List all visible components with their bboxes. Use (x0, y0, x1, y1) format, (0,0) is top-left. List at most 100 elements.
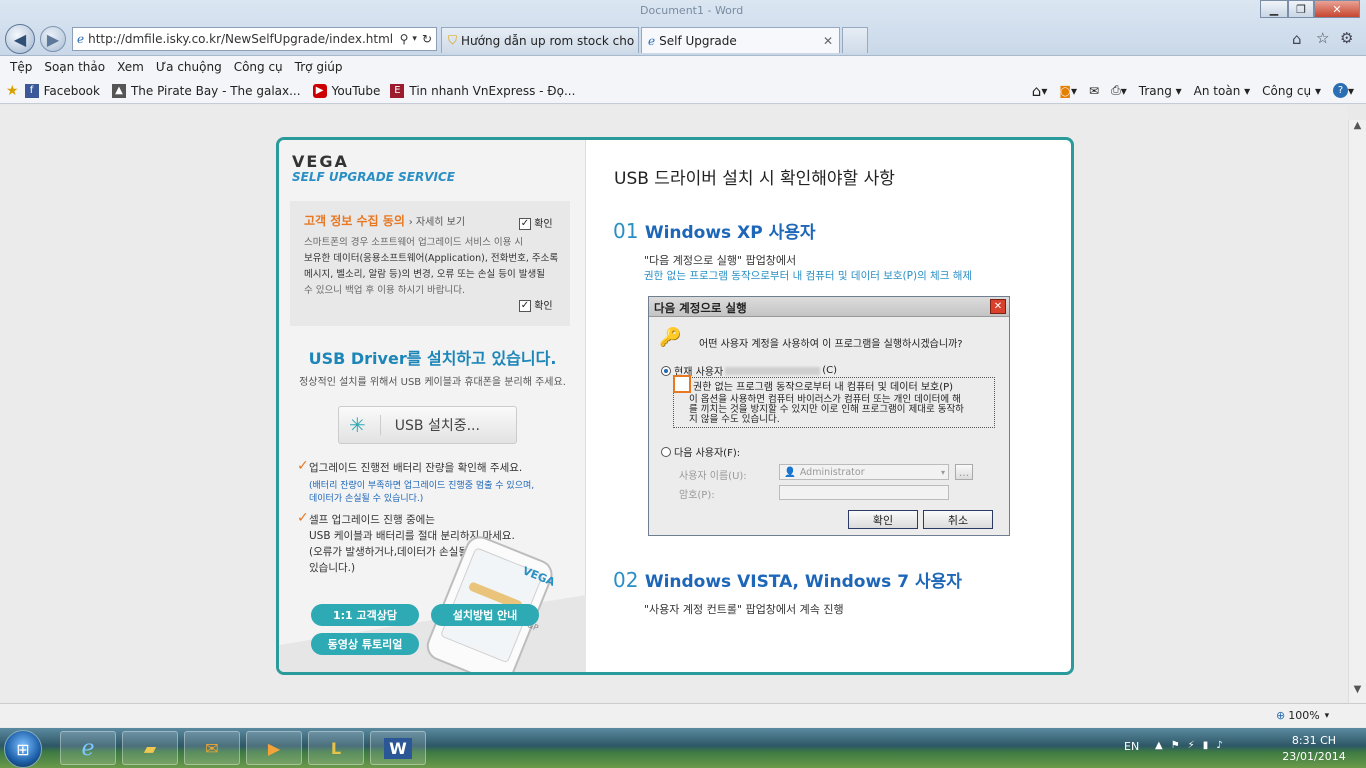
search-icon[interactable]: ⚲ (400, 32, 409, 46)
left-column: VEGA SELF UPGRADE SERVICE 고객 정보 수집 동의 › … (279, 140, 586, 672)
usb-installing-button[interactable]: ✳ USB 설치중... (338, 406, 517, 444)
confirm-checkbox[interactable]: ✓ (519, 218, 531, 230)
new-tab-button[interactable] (842, 27, 868, 53)
dropdown-icon[interactable]: ▾ (412, 34, 417, 44)
address-input[interactable]: http://dmfile.isky.co.kr/NewSelfUpgrade/… (84, 32, 396, 46)
menu-favorites[interactable]: Ưa chuộng (150, 60, 228, 74)
taskbar-explorer[interactable]: ▰ (122, 731, 178, 765)
back-arrow-icon: ◀ (13, 29, 27, 49)
scroll-up-arrow-icon[interactable]: ▲ (1349, 120, 1366, 131)
dialog-titlebar: 다음 계정으로 실행 ✕ (649, 297, 1009, 317)
start-button[interactable]: ⊞ (4, 730, 42, 768)
folder-icon: ▰ (143, 738, 157, 758)
cmd-tools[interactable]: Công cụ ▾ (1262, 84, 1321, 98)
scroll-down-arrow-icon[interactable]: ▼ (1349, 684, 1366, 695)
cmd-page[interactable]: Trang ▾ (1139, 84, 1182, 98)
menu-bar: Tệp Soạn thảo Xem Ưa chuộng Công cụ Trợ … (0, 56, 1366, 78)
radio-empty-icon (661, 446, 671, 457)
dialog-title: 다음 계정으로 실행 (654, 301, 747, 315)
radio-selected-icon (661, 365, 671, 376)
taskbar-media[interactable]: ▶ (246, 731, 302, 765)
confirm-checkbox[interactable]: ✓ (519, 300, 531, 312)
home-icon[interactable]: ⌂ (1292, 30, 1302, 48)
section1-line2: 권한 없는 프로그램 동작으로부터 내 컴퓨터 및 데이터 보호(P)의 체크 … (644, 270, 973, 282)
consent-title: 고객 정보 수집 동의 (304, 214, 405, 228)
maximize-button[interactable]: ❐ (1288, 0, 1314, 18)
cmd-help[interactable]: ? ▾ (1332, 83, 1354, 98)
battery-note: ✓ 업그레이드 진행전 배터리 잔량을 확인해 주세요. (배터리 잔량이 부족… (297, 458, 579, 504)
consent-confirm-bottom[interactable]: ✓ 확인 (519, 297, 553, 312)
current-user-key: (C) (822, 365, 837, 376)
section2-number: 02 (613, 568, 639, 592)
vertical-scrollbar[interactable]: ▲ ▼ (1348, 120, 1366, 703)
dialog-cancel-button: 취소 (923, 510, 993, 529)
install-guide-button[interactable]: 설치방법 안내 (431, 604, 539, 626)
consent-confirm-top[interactable]: ✓ 확인 (519, 215, 553, 230)
back-button[interactable]: ◀ (5, 24, 35, 54)
settings-gear-icon[interactable]: ⚙ (1340, 29, 1353, 47)
menu-tools[interactable]: Công cụ (228, 60, 289, 74)
flag-icon[interactable]: ⚑ (1171, 740, 1188, 751)
close-window-button[interactable]: ✕ (1314, 0, 1360, 18)
facebook-icon: f (24, 83, 39, 98)
consent-line: 보유한 데이터(응용소프트웨어(Application), 전화번호, 주소록 (304, 253, 559, 264)
consent-more-link[interactable]: › 자세히 보기 (409, 217, 465, 228)
ie-page-icon: ℯ (77, 32, 85, 46)
fav-vnexpress[interactable]: E Tin nhanh VnExpress - Đọ... (390, 83, 575, 98)
volume-icon[interactable]: ♪ (1216, 740, 1230, 751)
menu-view[interactable]: Xem (111, 60, 150, 74)
youtube-icon: ▶ (312, 83, 327, 98)
support-button[interactable]: 1:1 고객상담 (311, 604, 419, 626)
minimize-button[interactable]: ▁ (1260, 0, 1288, 18)
power-icon[interactable]: ⚡ (1188, 740, 1203, 751)
taskbar-mail[interactable]: ✉ (184, 731, 240, 765)
forward-arrow-icon: ▶ (46, 29, 60, 49)
section1-line1: "다음 계정으로 실행" 팝업창에서 (644, 254, 797, 267)
status-bar: ⊕ 100% ▾ (0, 703, 1366, 727)
close-tab-icon[interactable]: ✕ (823, 34, 833, 48)
network-signal-icon[interactable]: ▮ (1203, 740, 1217, 751)
refresh-icon[interactable]: ↻ (422, 32, 432, 46)
menu-file[interactable]: Tệp (4, 60, 38, 74)
chevron-down-icon: ▾ (1324, 710, 1330, 721)
fav-youtube[interactable]: ▶ YouTube (312, 83, 380, 98)
cmd-mail[interactable]: ✉ (1089, 84, 1099, 98)
zoom-level: 100% (1288, 709, 1320, 722)
address-bar[interactable]: ℯ http://dmfile.isky.co.kr/NewSelfUpgrad… (72, 27, 437, 51)
clock[interactable]: 8:31 CH 23/01/2014 (1274, 733, 1354, 765)
taskbar-game[interactable]: L (308, 731, 364, 765)
tab-huong-dan[interactable]: ⛉ Hướng dẫn up rom stock cho ... (441, 27, 639, 53)
menu-help[interactable]: Trợ giúp (289, 60, 349, 74)
taskbar-word[interactable]: W (370, 731, 426, 765)
tab-self-upgrade[interactable]: ℯ Self Upgrade ✕ (641, 27, 840, 53)
video-tutorial-button[interactable]: 동영상 튜토리얼 (311, 633, 419, 655)
show-hidden-icon[interactable]: ▲ (1155, 740, 1171, 751)
consent-text: 스마트폰의 경우 소프트웨어 업그레이드 서비스 이용 시 보유한 데이터(응용… (304, 235, 566, 299)
chevron-down-icon: ▾ (940, 467, 945, 477)
cmd-print[interactable]: ⎙ ▾ (1111, 83, 1127, 98)
note-title: 업그레이드 진행전 배터리 잔량을 확인해 주세요. (309, 462, 523, 474)
language-indicator[interactable]: EN (1124, 740, 1139, 753)
favorites-add-star-icon[interactable]: ★ (6, 83, 19, 99)
window-title: Document1 - Word (640, 4, 744, 17)
fav-facebook[interactable]: f Facebook (24, 83, 100, 98)
user-icon: 👤 (784, 466, 796, 478)
taskbar-ie[interactable]: ℯ (60, 731, 116, 765)
loading-spinner-icon: ✳ (349, 413, 366, 437)
fav-label: Facebook (43, 83, 100, 98)
printer-icon: ⎙ (1111, 83, 1121, 97)
forward-button[interactable]: ▶ (40, 26, 66, 52)
zoom-control[interactable]: ⊕ 100% ▾ (1276, 709, 1329, 722)
help-icon: ? (1332, 83, 1348, 98)
cmd-home[interactable]: ⌂ ▾ (1032, 82, 1048, 100)
tray-icons[interactable]: ▲⚑⚡▮♪ (1155, 740, 1231, 751)
favorites-star-icon[interactable]: ☆ (1316, 29, 1329, 47)
protect-label: 권한 없는 프로그램 동작으로부터 내 컴퓨터 및 데이터 보호(P) (693, 382, 954, 393)
fav-piratebay[interactable]: ▲ The Pirate Bay - The galax... (111, 83, 301, 98)
check-mark-icon: ✓ (297, 510, 309, 526)
cmd-feeds[interactable]: ◙ ▾ (1059, 84, 1077, 98)
username-value: Administrator (799, 466, 865, 478)
cmd-safety[interactable]: An toàn ▾ (1194, 84, 1250, 98)
install-heading: USB Driver를 설치하고 있습니다. (308, 349, 557, 368)
menu-edit[interactable]: Soạn thảo (38, 60, 111, 74)
